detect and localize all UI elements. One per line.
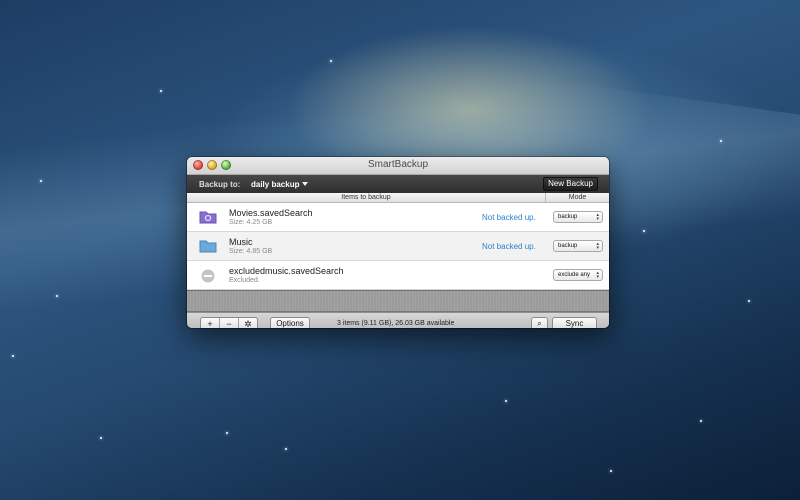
star bbox=[100, 437, 102, 439]
item-size: Size: 4.85 GB bbox=[229, 248, 273, 255]
excluded-icon bbox=[201, 269, 215, 288]
column-header: Items to backup Mode bbox=[187, 193, 609, 203]
mode-value: backup bbox=[558, 243, 578, 249]
sync-button[interactable]: Sync bbox=[552, 317, 597, 328]
toolbar: Backup to: daily backup New Backup bbox=[187, 175, 609, 193]
mode-value: exclude any bbox=[558, 272, 591, 278]
destination-label: daily backup bbox=[251, 180, 300, 189]
window-title: SmartBackup bbox=[367, 159, 429, 170]
star bbox=[748, 300, 750, 302]
star bbox=[40, 180, 42, 182]
gear-icon[interactable]: ✲ bbox=[239, 318, 257, 328]
list-item[interactable]: Music Size: 4.85 GB Not backed up. backu… bbox=[187, 232, 609, 261]
mode-select[interactable]: backup ▴ ▾ bbox=[553, 240, 603, 252]
updown-icon: ▴ ▾ bbox=[596, 241, 599, 251]
item-size: Size: 4.25 GB bbox=[229, 219, 273, 226]
column-mode[interactable]: Mode bbox=[546, 194, 609, 201]
destination-popup[interactable]: daily backup bbox=[251, 180, 309, 189]
options-button[interactable]: Options bbox=[270, 317, 310, 328]
updown-icon: ▴ ▾ bbox=[596, 270, 599, 280]
mode-value: backup bbox=[558, 214, 578, 220]
chevron-down-icon bbox=[302, 182, 309, 186]
list-item[interactable]: excludedmusic.savedSearch Excluded. excl… bbox=[187, 261, 609, 290]
item-actions: + − ✲ bbox=[200, 317, 258, 328]
folder-icon bbox=[199, 238, 217, 258]
star bbox=[643, 230, 645, 232]
star bbox=[160, 90, 162, 92]
star bbox=[610, 470, 612, 472]
star bbox=[56, 295, 58, 297]
star bbox=[700, 420, 702, 422]
item-name: Music bbox=[229, 237, 253, 247]
column-items[interactable]: Items to backup bbox=[187, 194, 545, 201]
smartbackup-window: SmartBackup Backup to: daily backup New … bbox=[187, 157, 609, 328]
star bbox=[12, 355, 14, 357]
search-icon: ⌕ bbox=[537, 319, 542, 328]
mode-select[interactable]: exclude any ▴ ▾ bbox=[553, 269, 603, 281]
new-backup-button[interactable]: New Backup bbox=[543, 177, 598, 191]
item-status: Not backed up. bbox=[482, 242, 536, 251]
backup-to-label: Backup to: bbox=[199, 180, 241, 189]
add-button[interactable]: + bbox=[201, 318, 220, 328]
star bbox=[505, 400, 507, 402]
updown-icon: ▴ ▾ bbox=[596, 212, 599, 222]
item-name: Movies.savedSearch bbox=[229, 208, 313, 218]
bottom-bar: + − ✲ Options 3 items (9.11 GB), 26.03 G… bbox=[187, 312, 609, 328]
status-text: 3 items (9.11 GB), 26.03 GB available bbox=[337, 320, 455, 327]
list-empty-area bbox=[187, 290, 609, 312]
star bbox=[226, 432, 228, 434]
item-size: Excluded. bbox=[229, 277, 260, 284]
titlebar[interactable]: SmartBackup bbox=[187, 157, 609, 175]
smart-folder-icon bbox=[199, 209, 217, 229]
star bbox=[720, 140, 722, 142]
backup-list: Movies.savedSearch Size: 4.25 GB Not bac… bbox=[187, 203, 609, 290]
star bbox=[330, 60, 332, 62]
search-button[interactable]: ⌕ bbox=[531, 317, 548, 328]
star bbox=[285, 448, 287, 450]
list-item[interactable]: Movies.savedSearch Size: 4.25 GB Not bac… bbox=[187, 203, 609, 232]
remove-button[interactable]: − bbox=[220, 318, 239, 328]
item-name: excludedmusic.savedSearch bbox=[229, 266, 344, 276]
mode-select[interactable]: backup ▴ ▾ bbox=[553, 211, 603, 223]
item-status: Not backed up. bbox=[482, 213, 536, 222]
